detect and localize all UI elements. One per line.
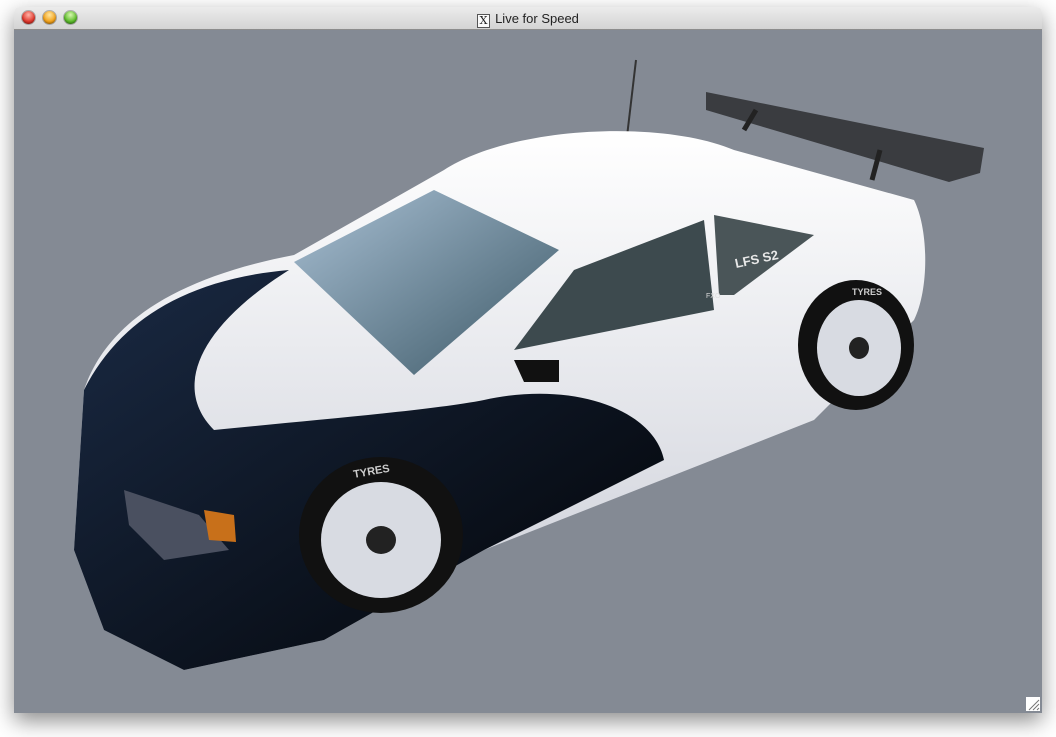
tyre-label-rear: TYRES bbox=[852, 287, 882, 297]
window-title-text: Live for Speed bbox=[495, 11, 579, 26]
resize-handle[interactable] bbox=[1026, 697, 1040, 711]
front-wheel: TYRES bbox=[299, 457, 463, 613]
car-decal-fxo: FXO bbox=[706, 293, 721, 300]
indicator-light bbox=[204, 510, 236, 542]
x11-icon: X bbox=[477, 14, 491, 28]
game-viewport[interactable]: LFS S2 FXO TYRES TYRES bbox=[14, 30, 1042, 713]
rear-wheel: TYRES bbox=[798, 280, 914, 410]
app-window: X Live for Speed LFS S2 FXO TYRES TYRES bbox=[14, 7, 1042, 713]
resize-grip-icon bbox=[1028, 699, 1040, 711]
car-render: LFS S2 FXO TYRES TYRES bbox=[74, 59, 984, 671]
title-bar[interactable]: X Live for Speed bbox=[14, 7, 1042, 30]
window-title: X Live for Speed bbox=[14, 11, 1042, 28]
